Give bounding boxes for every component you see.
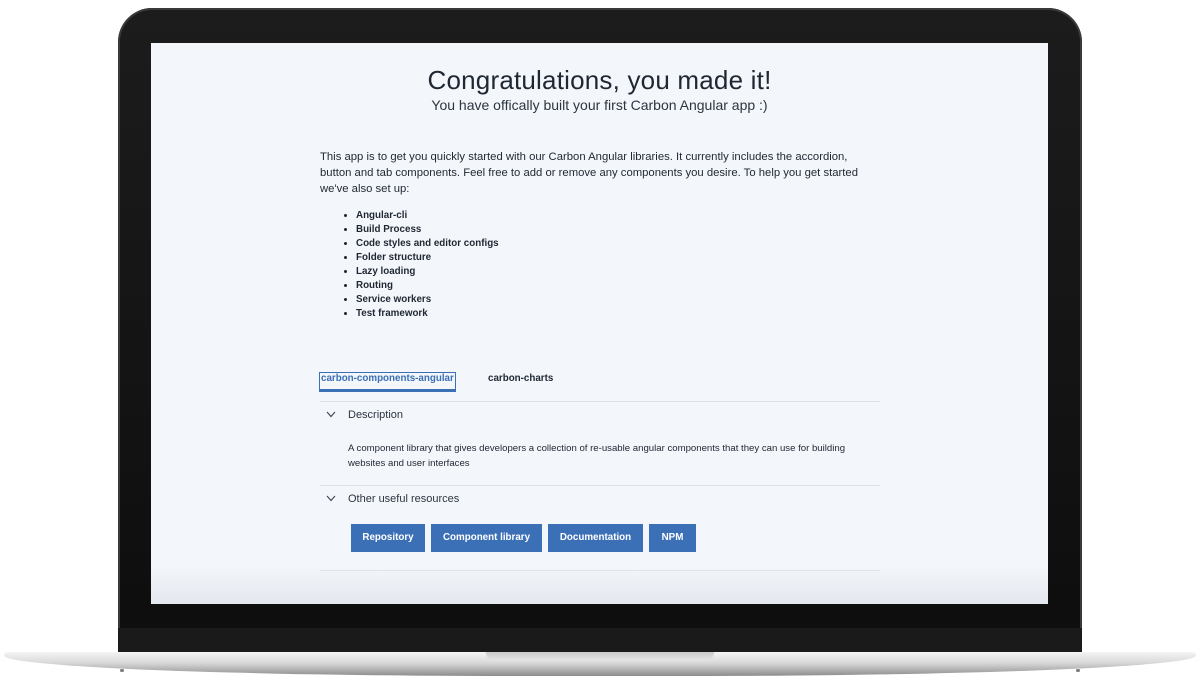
accordion-title: Description bbox=[348, 409, 404, 421]
tab-carbon-charts[interactable]: carbon-charts bbox=[488, 373, 553, 389]
npm-button[interactable]: NPM bbox=[649, 524, 696, 552]
chevron-down-icon bbox=[326, 411, 336, 418]
page-subtitle: You have offically built your first Carb… bbox=[431, 97, 768, 113]
accordion-item-resources: Other useful resources Repository Compon… bbox=[320, 485, 880, 571]
list-item: Service workers bbox=[356, 293, 499, 307]
list-item: Build Process bbox=[356, 223, 499, 237]
list-item: Test framework bbox=[356, 307, 499, 321]
accordion-header-description[interactable]: Description bbox=[320, 402, 880, 430]
repository-button[interactable]: Repository bbox=[351, 524, 425, 552]
screen-fade bbox=[151, 566, 1048, 604]
accordion-header-resources[interactable]: Other useful resources bbox=[320, 486, 880, 514]
laptop-notch bbox=[486, 652, 714, 661]
list-item: Code styles and editor configs bbox=[356, 237, 499, 251]
tab-list: carbon-components-angular carbon-charts bbox=[319, 372, 880, 397]
feature-list: Angular-cli Build Process Code styles an… bbox=[334, 209, 499, 321]
laptop-foot bbox=[1076, 669, 1080, 672]
tab-carbon-components-angular[interactable]: carbon-components-angular bbox=[319, 372, 456, 392]
chevron-down-icon bbox=[326, 495, 336, 502]
documentation-button[interactable]: Documentation bbox=[548, 524, 643, 552]
app-screen: Congratulations, you made it! You have o… bbox=[151, 43, 1048, 604]
accordion-body-description: A component library that gives developer… bbox=[348, 443, 846, 469]
accordion-item-description: Description A component library that giv… bbox=[320, 401, 880, 486]
list-item: Lazy loading bbox=[356, 265, 499, 279]
list-item: Folder structure bbox=[356, 251, 499, 265]
list-item: Angular-cli bbox=[356, 209, 499, 223]
intro-paragraph: This app is to get you quickly started w… bbox=[320, 151, 858, 195]
list-item: Routing bbox=[356, 279, 499, 293]
laptop-foot bbox=[120, 669, 124, 672]
accordion-title: Other useful resources bbox=[348, 493, 460, 505]
page-title: Congratulations, you made it! bbox=[427, 65, 772, 95]
component-library-button[interactable]: Component library bbox=[431, 524, 542, 552]
